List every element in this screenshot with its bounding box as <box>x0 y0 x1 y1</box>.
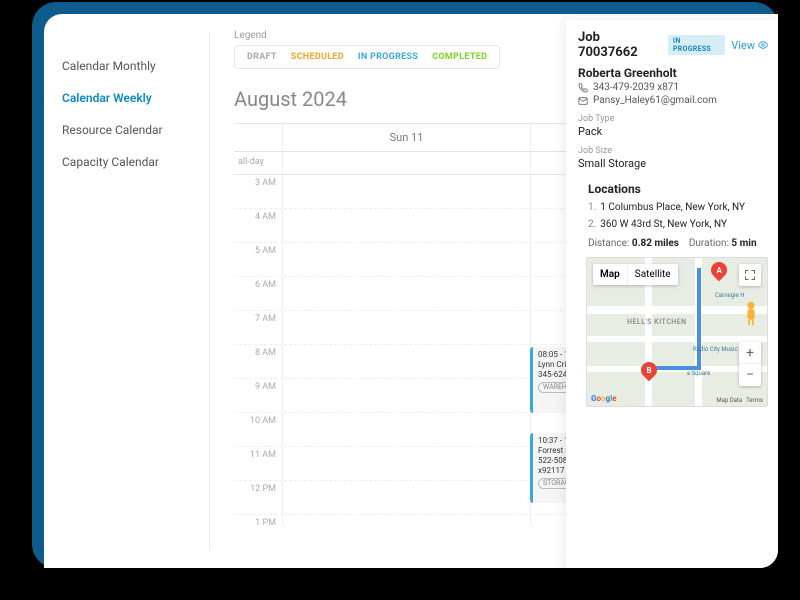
map-footer: Map DataTerms <box>712 397 763 404</box>
customer-name: Roberta Greenholt <box>578 66 768 80</box>
customer-phone[interactable]: 343-479-2039 x871 <box>578 82 768 93</box>
job-panel: Job 70037662 IN PROGRESS View Roberta Gr… <box>566 20 778 568</box>
nav-calendar-weekly[interactable]: Calendar Weekly <box>62 82 209 114</box>
phone-icon <box>578 83 588 93</box>
map-tab-satellite[interactable]: Satellite <box>628 264 678 285</box>
legend-scheduled: SCHEDULED <box>291 52 344 62</box>
pin-a: A <box>708 259 731 282</box>
nav-resource-calendar[interactable]: Resource Calendar <box>62 114 209 146</box>
zoom-control: + − <box>739 342 761 386</box>
nav-capacity-calendar[interactable]: Capacity Calendar <box>62 146 209 178</box>
job-number: Job 70037662 <box>578 30 662 60</box>
mail-icon <box>578 96 588 106</box>
eye-icon <box>758 40 768 50</box>
map[interactable]: A B Carnegie H HELL'S KITCHEN Radio City… <box>586 257 768 407</box>
distance-duration: Distance: 0.82 miles Duration: 5 min <box>588 238 768 249</box>
google-logo: Google <box>591 394 617 403</box>
fullscreen-icon <box>744 269 756 281</box>
pegman-icon[interactable] <box>742 300 760 326</box>
jobtype-label: Job Type <box>578 114 768 124</box>
legend-inprogress: IN PROGRESS <box>358 52 418 62</box>
zoom-out-button[interactable]: − <box>739 364 761 386</box>
main-content: Legend DRAFT SCHEDULED IN PROGRESS COMPL… <box>210 14 778 568</box>
legend-draft: DRAFT <box>247 52 277 62</box>
locations-heading: Locations <box>588 182 768 196</box>
map-tab-map[interactable]: Map <box>593 264 628 285</box>
jobsize-value: Small Storage <box>578 157 768 170</box>
location-2: 2.360 W 43rd St, New York, NY <box>588 219 768 230</box>
legend-completed: COMPLETED <box>432 52 487 62</box>
jobtype-value: Pack <box>578 125 768 138</box>
sidebar: Calendar Monthly Calendar Weekly Resourc… <box>44 14 209 568</box>
view-link[interactable]: View <box>731 39 768 52</box>
zoom-in-button[interactable]: + <box>739 342 761 364</box>
fullscreen-button[interactable] <box>739 264 761 286</box>
customer-email[interactable]: Pansy_Haley61@gmail.com <box>578 95 768 106</box>
nav-calendar-monthly[interactable]: Calendar Monthly <box>62 50 209 82</box>
map-type-toggle[interactable]: Map Satellite <box>593 264 678 285</box>
day-header-sun[interactable]: Sun 11 <box>282 124 530 151</box>
pin-b: B <box>638 359 661 382</box>
status-badge: IN PROGRESS <box>668 35 725 55</box>
jobsize-label: Job Size <box>578 146 768 156</box>
location-1: 1.1 Columbus Place, New York, NY <box>588 202 768 213</box>
legend-box: DRAFT SCHEDULED IN PROGRESS COMPLETED <box>234 45 500 69</box>
